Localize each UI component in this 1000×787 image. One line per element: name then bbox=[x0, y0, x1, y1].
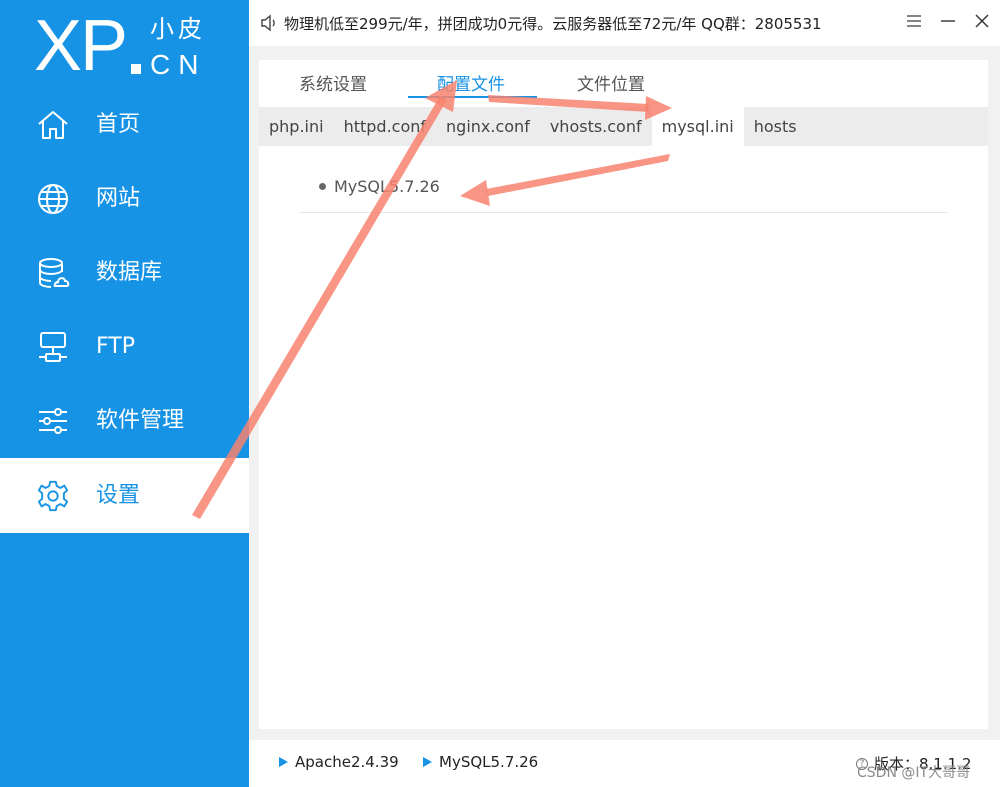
logo-cn-bottom: CN bbox=[150, 49, 207, 80]
subtab-nginx-conf[interactable]: nginx.conf bbox=[436, 107, 540, 146]
subtab-php-ini[interactable]: php.ini bbox=[259, 107, 334, 146]
sidebar-nav: 首页 网站 数据库 FTP 软件管理 设置 bbox=[0, 88, 249, 533]
subtab-hosts[interactable]: hosts bbox=[744, 107, 807, 146]
sidebar-item-database[interactable]: 数据库 bbox=[0, 236, 249, 310]
home-icon bbox=[36, 108, 70, 142]
subtab-mysql-ini[interactable]: mysql.ini bbox=[651, 107, 744, 146]
config-file-tabs: php.ini httpd.conf nginx.conf vhosts.con… bbox=[259, 107, 988, 146]
window-controls bbox=[906, 10, 990, 32]
sidebar-item-software[interactable]: 软件管理 bbox=[0, 384, 249, 458]
tab-file-locations[interactable]: 文件位置 bbox=[577, 70, 645, 95]
service-label: MySQL5.7.26 bbox=[439, 753, 539, 771]
sidebar-item-label: 数据库 bbox=[96, 260, 163, 285]
config-file-list: MySQL5.7.26 bbox=[299, 172, 947, 213]
tab-system-settings[interactable]: 系统设置 bbox=[299, 70, 367, 95]
globe-icon bbox=[36, 182, 70, 216]
status-bar: Apache2.4.39 MySQL5.7.26 ? 版本：8.1.1.2 CS… bbox=[249, 740, 1000, 787]
ftp-icon bbox=[36, 330, 70, 364]
logo-cn-top: 小皮 bbox=[150, 15, 206, 43]
database-icon bbox=[36, 256, 70, 290]
sidebar-item-ftp[interactable]: FTP bbox=[0, 310, 249, 384]
watermark: CSDN @IT大哥哥 bbox=[857, 765, 971, 781]
sidebar-item-home[interactable]: 首页 bbox=[0, 88, 249, 162]
announcement-text[interactable]: 物理机低至299元/年，拼团成功0元得。云服务器低至72元/年 QQ群：2805… bbox=[284, 13, 822, 34]
play-icon bbox=[423, 757, 432, 767]
sidebar-item-label: FTP bbox=[96, 334, 135, 359]
gear-icon bbox=[36, 479, 70, 513]
sidebar-item-label: 网站 bbox=[96, 186, 141, 211]
list-item[interactable]: MySQL5.7.26 bbox=[299, 172, 947, 200]
logo-dot bbox=[131, 64, 141, 74]
subtab-vhosts-conf[interactable]: vhosts.conf bbox=[540, 107, 652, 146]
menu-icon[interactable] bbox=[906, 10, 922, 32]
app-logo: XP 小皮 CN bbox=[34, 8, 234, 88]
service-apache[interactable]: Apache2.4.39 bbox=[279, 753, 399, 771]
logo-mark: XP bbox=[34, 6, 128, 86]
active-tab-indicator bbox=[408, 96, 537, 98]
bullet-icon bbox=[319, 182, 326, 190]
sidebar: XP 小皮 CN 首页 网站 数据库 FTP 软件管理 设置 bbox=[0, 0, 249, 787]
speaker-icon bbox=[260, 14, 278, 32]
service-label: Apache2.4.39 bbox=[295, 753, 399, 771]
service-mysql[interactable]: MySQL5.7.26 bbox=[423, 753, 538, 771]
main-tabs: 系统设置 配置文件 文件位置 bbox=[259, 60, 988, 104]
divider bbox=[299, 212, 947, 213]
close-icon[interactable] bbox=[974, 10, 990, 32]
top-bar: 物理机低至299元/年，拼团成功0元得。云服务器低至72元/年 QQ群：2805… bbox=[249, 0, 1000, 46]
play-icon bbox=[279, 757, 288, 767]
list-item-label: MySQL5.7.26 bbox=[334, 176, 440, 196]
sliders-icon bbox=[36, 404, 70, 438]
tab-config-files[interactable]: 配置文件 bbox=[437, 70, 505, 95]
sidebar-item-settings[interactable]: 设置 bbox=[0, 458, 249, 533]
sidebar-item-label: 设置 bbox=[96, 482, 141, 508]
minimize-icon[interactable] bbox=[940, 10, 956, 32]
sidebar-item-label: 首页 bbox=[96, 112, 141, 137]
sidebar-item-label: 软件管理 bbox=[96, 408, 185, 433]
subtab-httpd-conf[interactable]: httpd.conf bbox=[334, 107, 436, 146]
sidebar-item-website[interactable]: 网站 bbox=[0, 162, 249, 236]
settings-panel: 系统设置 配置文件 文件位置 php.ini httpd.conf nginx.… bbox=[259, 60, 988, 729]
